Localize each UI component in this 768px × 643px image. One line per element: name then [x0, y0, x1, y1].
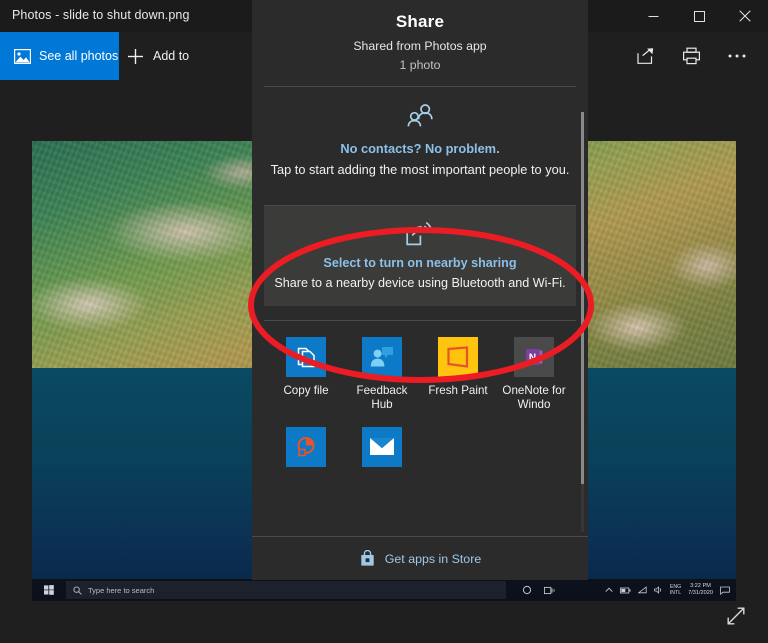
photo-taskbar-tray: ENGINTL 3:22 PM 7/31/2020 [605, 579, 730, 601]
get-apps-in-store-button[interactable]: Get apps in Store [252, 536, 588, 580]
battery-icon [620, 587, 631, 594]
close-button[interactable] [722, 0, 768, 32]
people-icon [264, 103, 576, 131]
photo-inner-taskbar: Type here to search ENGINTL 3:22 PM [32, 579, 736, 601]
screen-root: Photos - slide to shut down.png [0, 0, 768, 643]
copy-file-icon [294, 345, 318, 369]
store-bag-icon [359, 550, 376, 567]
share-title: Share [252, 12, 588, 32]
share-target-feedback-hub[interactable]: Feedback Hub [344, 337, 420, 413]
window-title: Photos - slide to shut down.png [12, 8, 190, 22]
plus-icon [127, 48, 144, 65]
share-button[interactable] [622, 32, 668, 80]
feedback-hub-label: Feedback Hub [345, 384, 419, 413]
share-item-count: 1 photo [252, 58, 588, 72]
action-center-icon [720, 586, 730, 595]
fresh-paint-label: Fresh Paint [428, 384, 487, 398]
network-icon [638, 586, 647, 594]
photo-taskbar-pinned [506, 585, 555, 595]
windows-start-icon [32, 585, 66, 595]
share-icon [636, 47, 655, 65]
share-header: Share Shared from Photos app 1 photo [252, 0, 588, 72]
volume-icon [654, 586, 663, 594]
share-targets-grid: Copy file Feedback Hub [252, 321, 588, 474]
contacts-title: No contacts? No problem. [264, 141, 576, 156]
see-all-photos-button[interactable]: See all photos [0, 32, 119, 80]
print-icon [682, 47, 701, 65]
nearby-sharing-subtitle: Share to a nearby device using Bluetooth… [274, 276, 566, 290]
share-target-copy-file[interactable]: Copy file [268, 337, 344, 413]
task-view-icon [544, 586, 555, 595]
chevron-up-icon [605, 587, 613, 593]
add-to-label: Add to [153, 49, 189, 63]
copy-file-tile [286, 337, 326, 377]
photo-taskbar-language: ENGINTL [670, 584, 681, 597]
minimize-button[interactable] [630, 0, 676, 32]
share-subtitle: Shared from Photos app [252, 39, 588, 53]
fresh-paint-icon [445, 346, 471, 368]
photos-icon [14, 49, 31, 64]
add-to-button[interactable]: Add to [127, 32, 189, 80]
share-target-powerpoint[interactable] [268, 427, 344, 474]
maximize-icon [694, 11, 705, 22]
mail-tile [362, 427, 402, 467]
cortana-circle-icon [522, 585, 532, 595]
contacts-suggestion-block[interactable]: No contacts? No problem. Tap to start ad… [252, 87, 588, 191]
clock-time: 3:22 PM [690, 583, 711, 589]
window-controls [630, 0, 768, 32]
fresh-paint-tile [438, 337, 478, 377]
see-all-photos-label: See all photos [39, 49, 118, 63]
feedback-hub-icon [369, 345, 395, 369]
maximize-button[interactable] [676, 0, 722, 32]
print-button[interactable] [668, 32, 714, 80]
share-target-onenote[interactable]: N OneNote for Windo [496, 337, 572, 413]
expand-fullscreen-icon [725, 605, 747, 627]
more-icon [727, 53, 747, 59]
onenote-label: OneNote for Windo [497, 384, 571, 413]
contacts-subtitle: Tap to start adding the most important p… [264, 162, 576, 177]
photo-taskbar-search-placeholder: Type here to search [88, 586, 154, 595]
share-panel-scrollbar[interactable] [581, 112, 584, 532]
nearby-share-icon [274, 221, 566, 247]
share-flyout-panel: Share Shared from Photos app 1 photo No … [252, 0, 588, 580]
get-apps-in-store-label: Get apps in Store [385, 552, 481, 566]
photo-taskbar-clock: 3:22 PM 7/31/2020 [688, 583, 713, 597]
toolbar-right-group [622, 32, 760, 80]
svg-text:N: N [529, 353, 536, 364]
feedback-hub-tile [362, 337, 402, 377]
expand-fullscreen-button[interactable] [718, 599, 754, 633]
powerpoint-tile [286, 427, 326, 467]
copy-file-label: Copy file [283, 384, 328, 398]
nearby-sharing-block[interactable]: Select to turn on nearby sharing Share t… [264, 206, 576, 306]
nearby-sharing-title: Select to turn on nearby sharing [274, 256, 566, 270]
more-options-button[interactable] [714, 32, 760, 80]
photo-taskbar-search: Type here to search [66, 581, 506, 599]
share-target-mail[interactable] [344, 427, 420, 474]
search-icon [73, 586, 82, 595]
minimize-icon [648, 11, 659, 22]
onenote-tile: N [514, 337, 554, 377]
share-target-fresh-paint[interactable]: Fresh Paint [420, 337, 496, 413]
powerpoint-icon [294, 435, 318, 459]
clock-date: 7/31/2020 [688, 590, 713, 596]
onenote-icon: N [523, 346, 545, 368]
scrollbar-thumb[interactable] [581, 112, 584, 484]
close-icon [739, 10, 751, 22]
mail-icon [369, 437, 395, 456]
